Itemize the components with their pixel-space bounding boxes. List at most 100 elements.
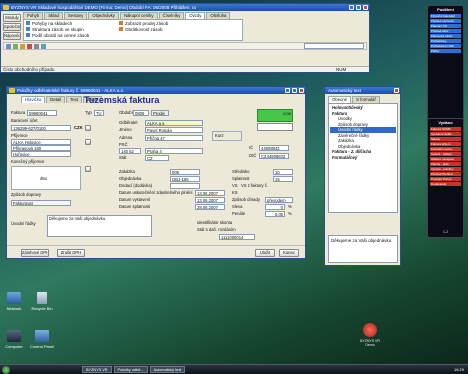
autotext-titlebar[interactable]: Automatický text xyxy=(325,87,400,94)
psc-field[interactable]: 140 52 xyxy=(119,148,141,154)
ic-field[interactable]: 44808842 xyxy=(259,145,289,151)
odoslat-field[interactable]: 1111000014 xyxy=(219,234,255,240)
shared-button[interactable]: Společné xyxy=(3,23,21,31)
invoice-close-button[interactable] xyxy=(299,88,304,93)
desktop-computer[interactable]: Computer xyxy=(0,330,28,349)
gadget-item[interactable]: Přehled obchodů xyxy=(430,19,461,23)
delete-icon[interactable] xyxy=(27,44,32,49)
gadget-item[interactable]: Výroba - položky xyxy=(430,167,461,171)
desktop-network[interactable]: Network xyxy=(0,292,28,311)
tab-ciselniky[interactable]: Číselníky xyxy=(158,12,185,19)
zpusob-dopravy-field[interactable]: Fakturovat xyxy=(11,200,71,206)
zakazka-field[interactable]: 005 xyxy=(170,169,200,175)
splatnost-field[interactable]: 15 xyxy=(273,176,293,182)
tab-nakupni-ceniky[interactable]: Nákupní ceníky xyxy=(119,12,158,19)
tab-detail[interactable]: Detail xyxy=(46,96,66,103)
gadget-item[interactable]: Plánování záloh xyxy=(430,34,461,38)
invoice-minimize-button[interactable] xyxy=(285,88,290,93)
close-invoice-button[interactable]: Konec xyxy=(279,249,299,257)
gadget-item[interactable]: Sklady xyxy=(430,137,461,141)
penale-field[interactable]: 0,05 xyxy=(265,211,285,217)
taskbar-item[interactable]: Automatický text xyxy=(149,366,186,373)
datum-uz-field[interactable]: 13.06.2007 xyxy=(195,190,225,196)
desktop-recycle-bin[interactable]: Recycle Bin xyxy=(28,292,56,311)
minimize-button[interactable] xyxy=(349,5,354,10)
prodej-field[interactable]: Prodej xyxy=(151,110,169,116)
faktura-field[interactable]: 59960041 xyxy=(27,110,57,116)
tab-s-formular[interactable]: S formulář xyxy=(352,96,380,103)
uvodni-text-field[interactable]: Děkujeme za Vaši objednávku. xyxy=(47,215,152,237)
print-icon[interactable] xyxy=(34,44,39,49)
bank-field[interactable]: 136299-627/0100 xyxy=(11,125,71,131)
zpusob-uhrady-field[interactable]: převodem xyxy=(265,197,293,203)
datum-spl-field[interactable]: 28.06.2007 xyxy=(195,204,225,210)
stat-field[interactable]: CZ xyxy=(145,155,169,161)
gadget-item[interactable]: Vynášení došlé xyxy=(430,132,461,136)
gadget-item[interactable]: Pohledávka USD xyxy=(430,44,461,48)
tree-item[interactable]: Formulářový xyxy=(330,155,396,161)
open-icon[interactable] xyxy=(13,44,18,49)
obdobi-field[interactable]: 0806 xyxy=(133,110,149,116)
modules-button[interactable]: Moduly xyxy=(3,14,21,22)
gadget-item[interactable]: Kontaktní osoby xyxy=(430,147,461,151)
dic-field[interactable]: CZ44808842 xyxy=(259,153,289,159)
action-podil[interactable]: Podíl obratů na cenné zásob xyxy=(26,33,89,39)
gadget-item[interactable]: Dodavatelé xyxy=(430,182,461,186)
tab-pohyb[interactable]: Pohyb xyxy=(23,12,44,19)
gadget-item[interactable]: Prodejní Pohyb xyxy=(430,177,461,181)
sleva-field[interactable]: 0 xyxy=(265,204,285,210)
gadget-item[interactable]: Záloha - ajda xyxy=(430,162,461,166)
help-button[interactable]: Nápověda xyxy=(3,32,21,40)
tab-obecne[interactable]: Obecné xyxy=(328,96,352,103)
konecny-prijemce-box[interactable]: dtto xyxy=(11,166,81,190)
typ-field[interactable]: TU xyxy=(94,110,104,116)
tab-objednavky[interactable]: Objednávky xyxy=(88,12,119,19)
gadget-item[interactable]: Pohledávky xyxy=(430,39,461,43)
desktop-control-panel[interactable]: Control Panel xyxy=(28,330,56,349)
prijemce-lookup-button[interactable]: … xyxy=(85,139,91,145)
save-icon[interactable] xyxy=(20,44,25,49)
datum-vyst-field[interactable]: 13.06.2007 xyxy=(195,197,225,203)
autotext-close-button[interactable] xyxy=(394,88,399,93)
new-icon[interactable] xyxy=(6,44,11,49)
gadget-item[interactable]: Finanční kalendář xyxy=(430,14,461,18)
invoice-titlebar[interactable]: Položky odběratelské faktury č. 59960041… xyxy=(7,87,305,94)
tab-ovzdy[interactable]: Ovzdy xyxy=(185,12,206,19)
konecny-lookup-button[interactable]: … xyxy=(85,166,91,172)
gadget-item[interactable]: Hlášení navigace xyxy=(430,157,461,161)
gadget-item[interactable]: Přehled aktiv xyxy=(430,29,461,33)
tab-hlavicka[interactable]: Hlavička xyxy=(21,96,46,103)
save-button[interactable]: Uložit xyxy=(255,249,275,257)
gadget-item[interactable]: Platby xyxy=(430,49,461,53)
tab-obsluha[interactable]: Obsluha xyxy=(206,12,231,19)
tab-sestavy[interactable]: Sestavy xyxy=(63,12,88,19)
gadget-vydano-footer[interactable]: 1-2 xyxy=(428,229,463,235)
stredisko-field[interactable]: 10 xyxy=(273,169,293,175)
taskbar-item[interactable]: BYZNYS VR xyxy=(82,366,112,373)
gadget-item[interactable]: Přehled Přehled xyxy=(430,172,461,176)
gadget-item[interactable]: Vydaní - základ xyxy=(430,152,461,156)
search-icon[interactable] xyxy=(41,44,46,49)
maximize-button[interactable] xyxy=(356,5,361,10)
toolbar-field[interactable] xyxy=(304,43,364,49)
mesto-field[interactable]: Praha 4 xyxy=(145,148,203,154)
byznys-logo[interactable]: BYZNYS VR Demo xyxy=(356,323,384,347)
jmeno-field[interactable]: Pavel Rosola xyxy=(145,127,203,133)
tab-text[interactable]: Text xyxy=(66,96,83,103)
invoice-maximize-button[interactable] xyxy=(292,88,297,93)
gadget-item[interactable]: Faktura příjem xyxy=(430,142,461,146)
gadget-item[interactable]: Platební KH xyxy=(430,24,461,28)
zalohove-dph-button[interactable]: Zálohové DPH xyxy=(21,249,49,257)
odberatel-field[interactable]: ALKA a.s. xyxy=(145,120,203,126)
close-button[interactable] xyxy=(363,5,368,10)
prijemce-mesto-field[interactable]: Hořovice xyxy=(11,151,71,157)
bank-lookup-button[interactable]: … xyxy=(85,125,91,131)
main-window-titlebar[interactable]: BYZNYS VR Skladové hospodářství DEMO [Fi… xyxy=(1,4,369,11)
action-obratkovost[interactable]: Obrátkovost zásob xyxy=(119,27,168,33)
start-button[interactable] xyxy=(2,366,10,374)
tab-sklad[interactable]: Sklad xyxy=(44,12,63,19)
gadget-item[interactable]: Faktura SORB xyxy=(430,127,461,131)
taskbar-item[interactable]: Položky odbě... xyxy=(113,366,148,373)
dodaci-field[interactable] xyxy=(170,183,200,189)
adresa-field[interactable]: Příčná 47 xyxy=(145,135,203,141)
